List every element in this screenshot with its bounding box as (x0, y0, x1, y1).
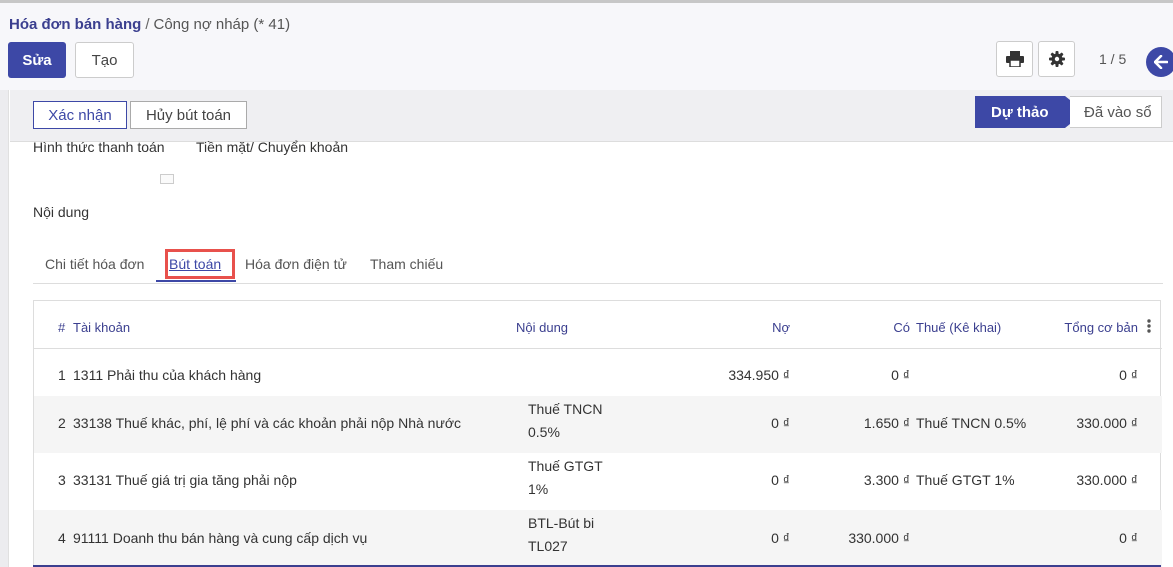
payment-method-label: Hình thức thanh toán (33, 139, 165, 155)
row-account: 33138 Thuế khác, phí, lệ phí và các khoả… (73, 415, 462, 431)
row-base: 0 ₫ (1119, 530, 1138, 546)
row-memo: Thuế TNCN 0.5% (528, 398, 602, 444)
row-tax: Thuế TNCN 0.5% (916, 415, 1027, 431)
table-header: # Tài khoản Nội dung Nợ Có Thuế (Kê khai… (34, 301, 1162, 349)
control-panel: Hóa đơn bán hàng / Công nợ nháp (* 41) Sửa… (0, 3, 1173, 90)
tab-journal-entries-label: Bút toán (169, 256, 222, 272)
row-account: 33131 Thuế giá trị gia tăng phải nộp (73, 472, 297, 488)
row-credit: 0 ₫ (891, 367, 910, 383)
left-rail (0, 90, 9, 567)
row-memo: Thuế GTGT 1% (528, 455, 603, 501)
journal-table: # Tài khoản Nội dung Nợ Có Thuế (Kê khai… (33, 300, 1162, 567)
tab-invoice-details[interactable]: Chi tiết hóa đơn (45, 248, 144, 282)
row-credit: 330.000 ₫ (848, 530, 910, 546)
row-num: 2 (58, 415, 66, 431)
table-row[interactable]: 1 1311 Phải thu của khách hàng 334.950 ₫… (34, 350, 1162, 396)
row-credit: 3.300 ₫ (863, 472, 910, 488)
arrow-left-icon (1154, 55, 1168, 69)
row-base: 330.000 ₫ (1076, 415, 1138, 431)
settings-button[interactable] (1038, 41, 1075, 77)
header-memo[interactable]: Nội dung (516, 320, 568, 335)
breadcrumb-parent-link[interactable]: Hóa đơn bán hàng (9, 16, 141, 33)
row-memo: BTL-Bút bi TL027 (528, 512, 594, 558)
tab-e-invoice[interactable]: Hóa đơn điện tử (245, 248, 347, 282)
gear-icon (1048, 51, 1065, 67)
row-base: 0 ₫ (1119, 367, 1138, 383)
header-credit[interactable]: Có (854, 320, 910, 335)
table-row[interactable]: 3 33131 Thuế giá trị gia tăng phải nộp T… (34, 453, 1162, 510)
header-tax[interactable]: Thuế (Kê khai) (916, 320, 1001, 335)
row-memo-line: 1% (528, 481, 549, 497)
row-memo-line: Thuế TNCN (528, 401, 603, 417)
header-num: # (58, 320, 66, 335)
row-memo-line: TL027 (528, 538, 568, 554)
row-base: 330.000 ₫ (1076, 472, 1138, 488)
row-account: 91111 Doanh thu bán hàng và cung cấp dịc… (73, 530, 368, 546)
breadcrumb-separator: / (145, 16, 150, 33)
row-credit: 1.650 ₫ (863, 415, 910, 431)
row-debit: 334.950 ₫ (728, 367, 790, 383)
tab-reference[interactable]: Tham chiếu (370, 248, 443, 282)
pager[interactable]: 1 / 5 (1099, 51, 1126, 67)
row-memo-line: BTL-Bút bi (528, 515, 595, 531)
row-num: 1 (58, 367, 66, 383)
row-account: 1311 Phải thu của khách hàng (73, 367, 262, 383)
breadcrumb: Hóa đơn bán hàng / Công nợ nháp (* 41) (9, 16, 290, 33)
row-num: 4 (58, 530, 66, 546)
row-memo-line: 0.5% (528, 424, 560, 440)
confirm-button[interactable]: Xác nhận (33, 101, 127, 129)
status-bar: Xác nhận Hủy bút toán Dự thảo Đã vào sổ (10, 90, 1173, 142)
row-memo-line: Thuế GTGT (528, 458, 603, 474)
tab-journal-entries[interactable]: Bút toán (156, 248, 236, 282)
content-label: Nội dung (33, 204, 90, 220)
print-button[interactable] (996, 41, 1033, 77)
cancel-entry-button[interactable]: Hủy bút toán (130, 101, 247, 129)
table-row[interactable]: 2 33138 Thuế khác, phí, lệ phí và các kh… (34, 396, 1162, 453)
create-button[interactable]: Tạo (75, 42, 134, 78)
notebook-tabs: Chi tiết hóa đơn Bút toán Hóa đơn điện t… (33, 248, 1163, 284)
checkbox[interactable] (160, 174, 174, 184)
row-debit: 0 ₫ (771, 530, 790, 546)
header-debit[interactable]: Nợ (734, 320, 790, 335)
column-options-icon[interactable] (1146, 319, 1152, 333)
header-account[interactable]: Tài khoản (73, 320, 130, 335)
payment-method-value: Tiền mặt/ Chuyển khoản (196, 139, 349, 155)
printer-icon (1005, 51, 1024, 67)
breadcrumb-current: Công nợ nháp (* 41) (153, 16, 291, 33)
row-tax: Thuế GTGT 1% (916, 472, 1015, 488)
stage-draft[interactable]: Dự thảo (975, 96, 1085, 128)
header-base[interactable]: Tổng cơ bản (1038, 320, 1138, 335)
edit-button[interactable]: Sửa (8, 42, 66, 78)
stage-posted[interactable]: Đã vào sổ (1070, 96, 1162, 128)
back-button[interactable] (1146, 47, 1173, 77)
row-debit: 0 ₫ (771, 472, 790, 488)
row-debit: 0 ₫ (771, 415, 790, 431)
row-num: 3 (58, 472, 66, 488)
table-row[interactable]: 4 91111 Doanh thu bán hàng và cung cấp d… (34, 510, 1162, 567)
